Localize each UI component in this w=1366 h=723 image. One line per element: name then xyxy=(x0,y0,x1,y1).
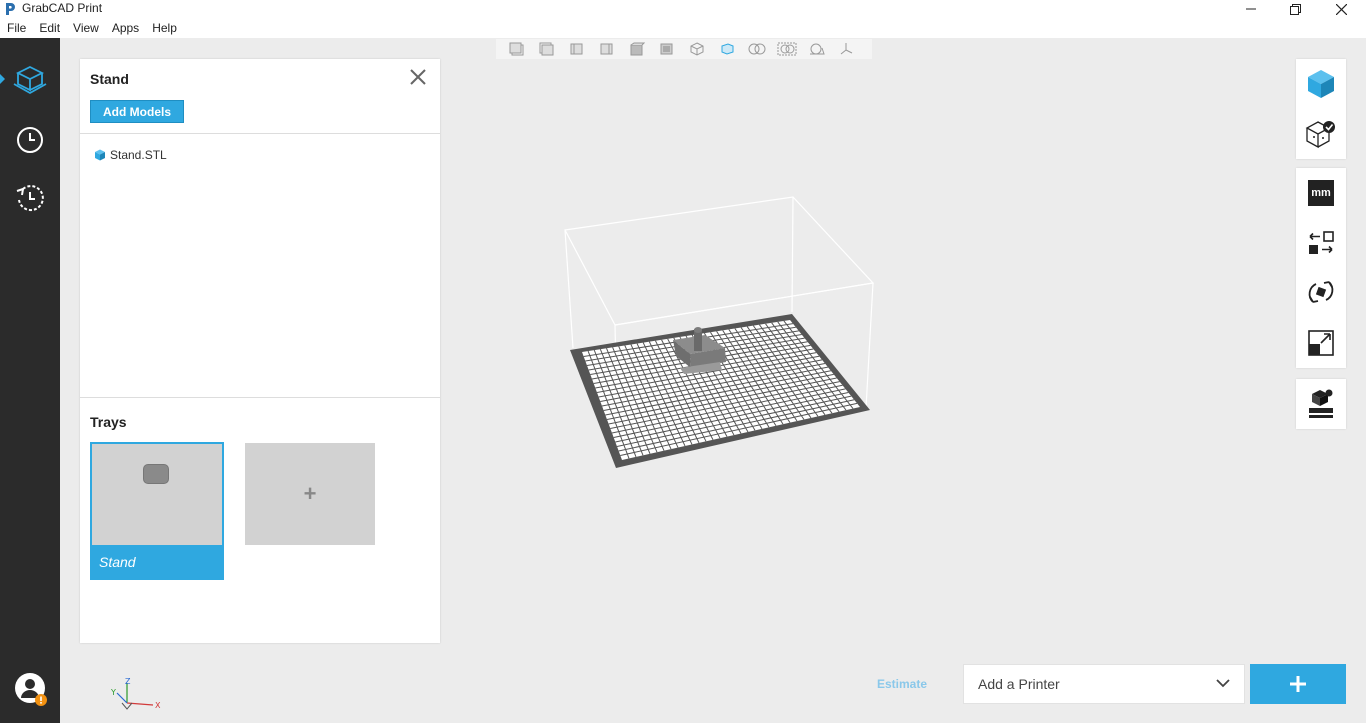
menu-view[interactable]: View xyxy=(73,21,99,35)
cube-check-icon xyxy=(1305,121,1335,149)
history-icon xyxy=(16,185,44,212)
model-check-button[interactable] xyxy=(1296,109,1346,159)
minimize-button[interactable] xyxy=(1228,0,1274,18)
right-toolbar-models xyxy=(1296,59,1346,159)
zoom-icon xyxy=(748,43,766,55)
menu-help[interactable]: Help xyxy=(152,21,177,35)
build-volume-scene[interactable] xyxy=(560,190,880,480)
rail-prepare-button[interactable] xyxy=(0,54,60,106)
estimate-link[interactable]: Estimate xyxy=(877,677,927,691)
view-top-icon xyxy=(630,42,645,56)
axis-gizmo: Z Y X xyxy=(110,677,161,710)
clock-icon xyxy=(17,127,43,153)
view-back-button[interactable] xyxy=(532,39,562,59)
view-iso-button[interactable] xyxy=(682,39,712,59)
window-title: GrabCAD Print xyxy=(22,1,103,15)
axes-button[interactable] xyxy=(832,39,862,59)
view-front-button[interactable] xyxy=(502,39,532,59)
rail-history-button[interactable] xyxy=(0,172,60,224)
add-printer-button[interactable] xyxy=(1250,664,1346,704)
view-toolbar xyxy=(496,39,872,59)
model-name: Stand.STL xyxy=(110,148,167,162)
right-toolbar-supports xyxy=(1296,379,1346,429)
restore-button[interactable] xyxy=(1272,0,1318,18)
scale-icon xyxy=(1308,330,1334,356)
rail-schedule-button[interactable] xyxy=(0,114,60,166)
printer-select[interactable]: Add a Printer xyxy=(963,664,1245,704)
axes-icon xyxy=(840,43,853,55)
close-icon xyxy=(1335,3,1347,15)
zoom-all-button[interactable] xyxy=(772,39,802,59)
right-toolbar-transform: mm xyxy=(1296,168,1346,368)
view-bottom-icon xyxy=(660,43,673,55)
tray-card[interactable]: Stand xyxy=(90,442,224,580)
trays-title: Trays xyxy=(90,414,127,430)
move-icon xyxy=(1309,231,1334,254)
title-bar: GrabCAD Print xyxy=(0,0,1366,18)
scale-button[interactable] xyxy=(1296,318,1346,368)
zoom-all-icon xyxy=(777,42,797,56)
view-top-button[interactable] xyxy=(622,39,652,59)
menu-apps[interactable]: Apps xyxy=(112,21,139,35)
model-list-item[interactable]: Stand.STL xyxy=(94,148,167,162)
support-icon xyxy=(1309,389,1333,418)
tray-thumbnail xyxy=(143,464,169,484)
view-fit-icon xyxy=(721,43,734,55)
menu-bar: File Edit View Apps Help xyxy=(0,18,1366,38)
add-tray-button[interactable]: + xyxy=(245,443,375,545)
support-button[interactable] xyxy=(1296,379,1346,429)
divider xyxy=(80,133,440,134)
view-back-icon xyxy=(539,42,554,56)
menu-edit[interactable]: Edit xyxy=(39,21,60,35)
model-view-button[interactable] xyxy=(1296,59,1346,109)
rotate-button[interactable] xyxy=(1296,268,1346,318)
divider xyxy=(80,397,440,398)
view-iso-icon xyxy=(690,42,704,56)
section-button[interactable] xyxy=(802,39,832,59)
close-window-button[interactable] xyxy=(1318,0,1364,18)
move-button[interactable] xyxy=(1296,218,1346,268)
zoom-button[interactable] xyxy=(742,39,772,59)
left-rail xyxy=(0,38,60,723)
view-left-icon xyxy=(570,43,583,55)
view-left-button[interactable] xyxy=(562,39,592,59)
close-panel-icon[interactable] xyxy=(408,67,428,87)
add-models-button[interactable]: Add Models xyxy=(90,100,184,123)
panel-title: Stand xyxy=(90,71,129,87)
cube-outline-icon xyxy=(13,65,47,95)
axis-z-label: Z xyxy=(125,677,131,686)
chevron-down-icon xyxy=(1216,679,1230,688)
view-front-icon xyxy=(509,42,524,56)
units-button[interactable]: mm xyxy=(1296,168,1346,218)
minimize-icon xyxy=(1246,8,1256,10)
printer-select-value: Add a Printer xyxy=(978,676,1060,692)
view-right-button[interactable] xyxy=(592,39,622,59)
plus-icon xyxy=(1290,676,1306,692)
restore-icon xyxy=(1289,3,1301,15)
model-panel: Stand Add Models Stand.STL Trays Stand + xyxy=(80,59,440,643)
user-icon xyxy=(15,673,47,706)
view-right-icon xyxy=(600,43,613,55)
model-cube-icon xyxy=(1308,70,1334,98)
rotate-icon xyxy=(1308,281,1334,303)
axis-y-label: Y xyxy=(110,688,116,697)
section-icon xyxy=(810,43,825,55)
model-cube-icon xyxy=(95,149,105,161)
view-bottom-button[interactable] xyxy=(652,39,682,59)
units-icon: mm xyxy=(1308,180,1334,206)
profile-button[interactable] xyxy=(14,672,48,706)
axis-x-label: X xyxy=(155,701,161,710)
view-fit-button[interactable] xyxy=(712,39,742,59)
grabcad-logo-icon xyxy=(6,3,15,15)
menu-file[interactable]: File xyxy=(7,21,26,35)
tray-label: Stand xyxy=(92,545,222,578)
